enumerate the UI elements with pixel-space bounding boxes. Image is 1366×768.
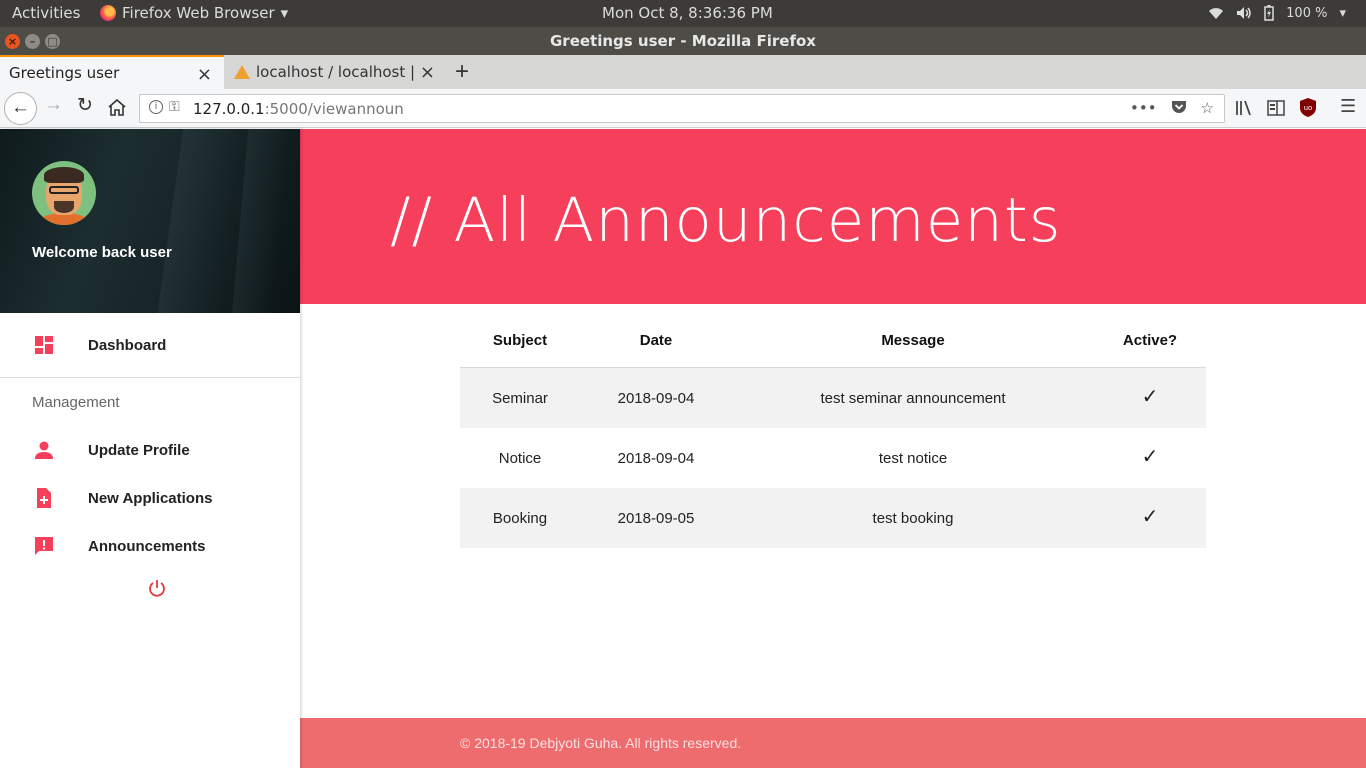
tab-label: Greetings user	[9, 64, 120, 82]
home-icon[interactable]	[108, 99, 126, 116]
cell-message: test booking	[872, 509, 954, 527]
app-menu[interactable]: Firefox Web Browser ▾	[100, 4, 288, 22]
sidebar-item-new-applications[interactable]: New Applications	[0, 476, 300, 520]
announcement-icon	[35, 537, 53, 555]
cell-subject: Booking	[492, 509, 548, 527]
navigation-toolbar: ← → ↻ i ⚿ 127.0.0.1:5000/viewannoun ••• …	[0, 89, 1366, 128]
cell-date: 2018-09-05	[617, 509, 695, 527]
sidebar-item-dashboard[interactable]: Dashboard	[0, 323, 300, 367]
sidebar: Welcome back user Dashboard Management U…	[0, 129, 300, 768]
window-close-button[interactable]: ×	[5, 34, 20, 49]
battery-percentage: 100 %	[1286, 5, 1328, 21]
column-header-active: Active?	[1122, 332, 1178, 349]
svg-text:uo: uo	[1304, 104, 1313, 112]
phpmyadmin-icon	[234, 65, 250, 79]
firefox-icon	[100, 5, 116, 21]
sidebar-item-label: Announcements	[88, 537, 206, 555]
check-icon: ✓	[1141, 505, 1159, 528]
column-header-date: Date	[639, 332, 673, 349]
new-tab-button[interactable]: +	[455, 58, 469, 86]
system-tray[interactable]: 100 % ▾	[1208, 5, 1346, 21]
page-banner: // All Announcements	[300, 129, 1366, 304]
chevron-down-icon: ▾	[1339, 5, 1346, 21]
dashboard-icon	[35, 336, 53, 354]
check-icon: ✓	[1141, 445, 1159, 468]
back-button[interactable]: ←	[4, 92, 37, 125]
sidebar-item-label: Update Profile	[88, 441, 190, 459]
wifi-icon	[1209, 8, 1224, 19]
url-text[interactable]: 127.0.0.1:5000/viewannoun	[193, 100, 404, 118]
table-row: Booking 2018-09-05 test booking ✓	[460, 488, 1206, 548]
table-row: Seminar 2018-09-04 test seminar announce…	[460, 368, 1206, 428]
key-icon[interactable]: ⚿	[169, 99, 180, 115]
sidebar-item-label: Dashboard	[88, 336, 167, 354]
copyright-text: © 2018-19 Debjyoti Guha. All rights rese…	[460, 735, 742, 751]
cell-subject: Seminar	[492, 389, 548, 407]
forward-button[interactable]: →	[44, 94, 63, 116]
sidebar-item-update-profile[interactable]: Update Profile	[0, 428, 300, 472]
cell-message: test seminar announcement	[820, 389, 1006, 407]
column-header-message: Message	[881, 332, 945, 349]
tab-label: localhost / localhost | phpMyAdmin	[256, 63, 416, 81]
power-icon[interactable]	[147, 578, 167, 598]
library-icon[interactable]	[1235, 100, 1253, 116]
activities-button[interactable]: Activities	[12, 4, 80, 22]
page-title: // All Announcements	[390, 185, 1062, 256]
pocket-icon[interactable]	[1171, 99, 1187, 114]
announcements-table: Subject Date Message Active? Seminar 201…	[460, 318, 1206, 548]
table-header: Subject Date Message Active?	[460, 318, 1206, 368]
document-add-icon	[37, 488, 51, 508]
window-title-bar: × – □ Greetings user - Mozilla Firefox	[0, 27, 1366, 55]
sidebar-toggle-icon[interactable]	[1267, 100, 1285, 116]
volume-icon	[1237, 7, 1251, 19]
window-minimize-button[interactable]: –	[25, 34, 40, 49]
info-icon[interactable]: i	[149, 100, 163, 114]
avatar	[32, 161, 96, 225]
clock[interactable]: Mon Oct 8, 8:36:36 PM	[602, 4, 773, 22]
cell-subject: Notice	[498, 449, 542, 467]
app-menu-label: Firefox Web Browser	[122, 4, 275, 22]
table-row: Notice 2018-09-04 test notice ✓	[460, 428, 1206, 488]
tab-phpmyadmin[interactable]: localhost / localhost | phpMyAdmin ×	[225, 55, 447, 89]
sidebar-item-announcements[interactable]: Announcements	[0, 524, 300, 568]
cell-date: 2018-09-04	[617, 389, 695, 407]
hamburger-menu-icon[interactable]: ☰	[1340, 96, 1356, 117]
page-content: Welcome back user Dashboard Management U…	[0, 129, 1366, 768]
close-icon[interactable]: ×	[197, 64, 212, 85]
window-maximize-button[interactable]: □	[45, 34, 60, 49]
welcome-text: Welcome back user	[32, 244, 172, 261]
divider	[0, 377, 300, 378]
section-header-management: Management	[32, 394, 120, 411]
ublock-origin-icon[interactable]: uo	[1300, 98, 1316, 117]
window-title: Greetings user - Mozilla Firefox	[550, 32, 816, 50]
cell-message: test notice	[878, 449, 948, 467]
tab-greetings[interactable]: Greetings user ×	[0, 55, 224, 89]
reload-button[interactable]: ↻	[77, 94, 93, 117]
battery-icon	[1264, 5, 1274, 21]
person-icon	[35, 441, 53, 459]
system-top-bar: Activities Firefox Web Browser ▾ Mon Oct…	[0, 0, 1366, 27]
column-header-subject: Subject	[492, 332, 548, 349]
cell-date: 2018-09-04	[617, 449, 695, 467]
chevron-down-icon: ▾	[280, 4, 289, 22]
bookmark-star-icon[interactable]: ☆	[1201, 99, 1214, 117]
sidebar-item-label: New Applications	[88, 489, 213, 507]
sidebar-header: Welcome back user	[0, 129, 300, 313]
address-bar[interactable]: i ⚿ 127.0.0.1:5000/viewannoun ••• ☆	[139, 94, 1225, 123]
check-icon: ✓	[1141, 385, 1159, 408]
close-icon[interactable]: ×	[420, 62, 435, 83]
page-footer: © 2018-19 Debjyoti Guha. All rights rese…	[300, 718, 1366, 768]
tab-strip: Greetings user × localhost / localhost |…	[0, 55, 1366, 89]
page-actions-icon[interactable]: •••	[1130, 99, 1157, 117]
